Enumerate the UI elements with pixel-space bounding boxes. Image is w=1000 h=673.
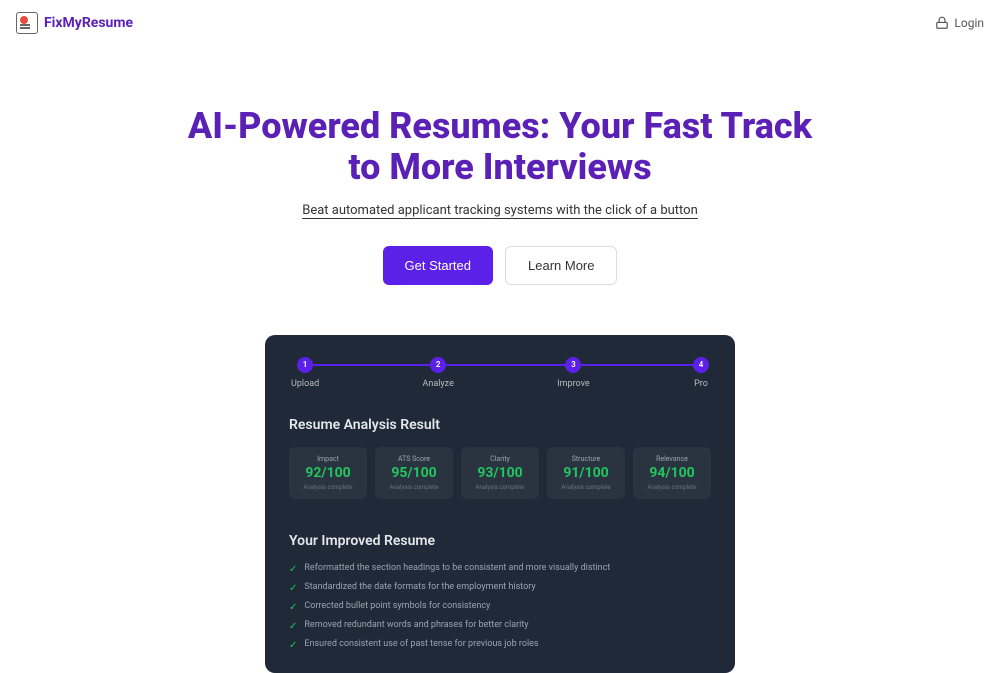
improvement-text: Corrected bullet point symbols for consi… [304,601,490,611]
improvement-text: Standardized the date formats for the em… [304,582,535,592]
metric-label: Impact [293,455,363,463]
step-circle: 1 [297,357,313,373]
check-icon: ✓ [289,583,297,594]
improvement-item: ✓ Removed redundant words and phrases fo… [289,620,711,632]
metric-ats: ATS Score 95/100 Analysis complete [375,447,453,499]
metric-sub: Analysis complete [293,484,363,491]
metric-sub: Analysis complete [551,484,621,491]
metric-label: ATS Score [379,455,449,463]
metric-sub: Analysis complete [465,484,535,491]
step-pro: 4 Pro [693,357,709,389]
check-icon: ✓ [289,640,297,651]
improvement-item: ✓ Reformatted the section headings to be… [289,563,711,575]
improvement-item: ✓ Corrected bullet point symbols for con… [289,601,711,613]
step-circle: 4 [693,357,709,373]
preview-container: 1 Upload 2 Analyze 3 Improve 4 Pro Resum… [0,335,1000,673]
login-label: Login [954,16,984,30]
step-label: Upload [291,379,319,389]
step-analyze: 2 Analyze [423,357,454,389]
improvement-item: ✓ Ensured consistent use of past tense f… [289,639,711,651]
check-icon: ✓ [289,564,297,575]
logo-icon [16,12,38,34]
hero-title: AI-Powered Resumes: Your Fast Track to M… [180,106,820,189]
check-icon: ✓ [289,602,297,613]
logo[interactable]: FixMyResume [16,12,133,34]
step-circle: 3 [565,357,581,373]
improvement-item: ✓ Standardized the date formats for the … [289,582,711,594]
metric-label: Relevance [637,455,707,463]
improvement-text: Ensured consistent use of past tense for… [304,639,538,649]
metric-structure: Structure 91/100 Analysis complete [547,447,625,499]
metric-label: Structure [551,455,621,463]
metric-value: 93/100 [465,465,535,481]
metric-impact: Impact 92/100 Analysis complete [289,447,367,499]
metric-value: 94/100 [637,465,707,481]
metric-label: Clarity [465,455,535,463]
step-improve: 3 Improve [557,357,590,389]
header: FixMyResume Login [0,0,1000,46]
improvements-list: ✓ Reformatted the section headings to be… [289,563,711,651]
analysis-title: Resume Analysis Result [289,417,711,433]
metrics-grid: Impact 92/100 Analysis complete ATS Scor… [289,447,711,499]
step-label: Pro [694,379,708,389]
check-icon: ✓ [289,621,297,632]
metric-value: 95/100 [379,465,449,481]
improvement-text: Removed redundant words and phrases for … [304,620,528,630]
improved-title: Your Improved Resume [289,533,711,549]
learn-more-button[interactable]: Learn More [505,246,617,285]
step-label: Analyze [423,379,454,389]
hero-buttons: Get Started Learn More [20,246,980,285]
hero-subtitle: Beat automated applicant tracking system… [20,203,980,218]
preview-card: 1 Upload 2 Analyze 3 Improve 4 Pro Resum… [265,335,735,673]
metric-relevance: Relevance 94/100 Analysis complete [633,447,711,499]
get-started-button[interactable]: Get Started [383,246,493,285]
improvement-text: Reformatted the section headings to be c… [304,563,610,573]
logo-text: FixMyResume [44,15,133,31]
metric-clarity: Clarity 93/100 Analysis complete [461,447,539,499]
metric-sub: Analysis complete [379,484,449,491]
hero-section: AI-Powered Resumes: Your Fast Track to M… [0,46,1000,315]
metric-sub: Analysis complete [637,484,707,491]
step-upload: 1 Upload [291,357,319,389]
metric-value: 92/100 [293,465,363,481]
step-label: Improve [557,379,590,389]
stepper: 1 Upload 2 Analyze 3 Improve 4 Pro [289,357,711,389]
login-icon [935,16,949,30]
login-link[interactable]: Login [935,16,984,30]
metric-value: 91/100 [551,465,621,481]
step-circle: 2 [430,357,446,373]
stepper-line [299,364,701,366]
